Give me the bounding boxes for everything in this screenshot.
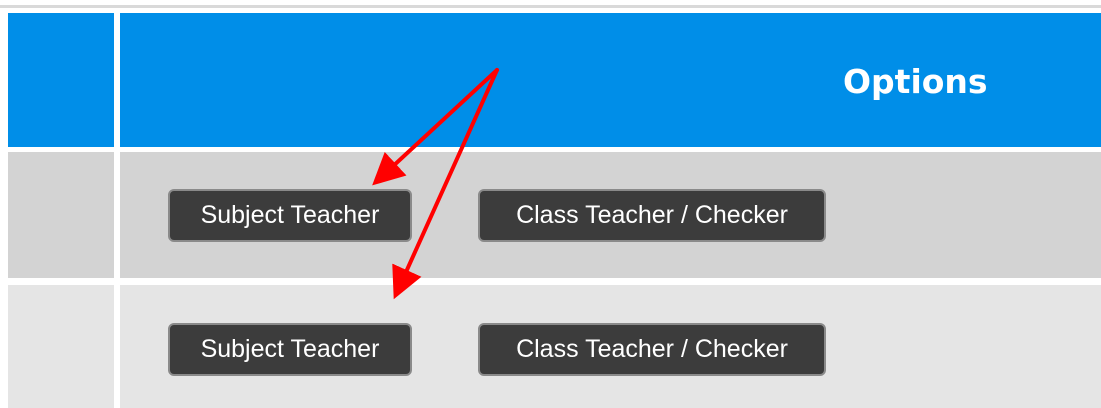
- table-row-1-first-cell: [8, 152, 114, 278]
- class-teacher-checker-button[interactable]: Class Teacher / Checker: [478, 323, 826, 376]
- table-row-2-first-cell: [8, 285, 114, 408]
- table-top-border: [0, 5, 1101, 8]
- subject-teacher-button[interactable]: Subject Teacher: [168, 189, 412, 242]
- options-column-header: Options: [843, 62, 988, 101]
- subject-teacher-button[interactable]: Subject Teacher: [168, 323, 412, 376]
- header-cell-empty: [8, 13, 114, 147]
- class-teacher-checker-button[interactable]: Class Teacher / Checker: [478, 189, 826, 242]
- options-table: Options Subject Teacher Class Teacher / …: [0, 0, 1101, 408]
